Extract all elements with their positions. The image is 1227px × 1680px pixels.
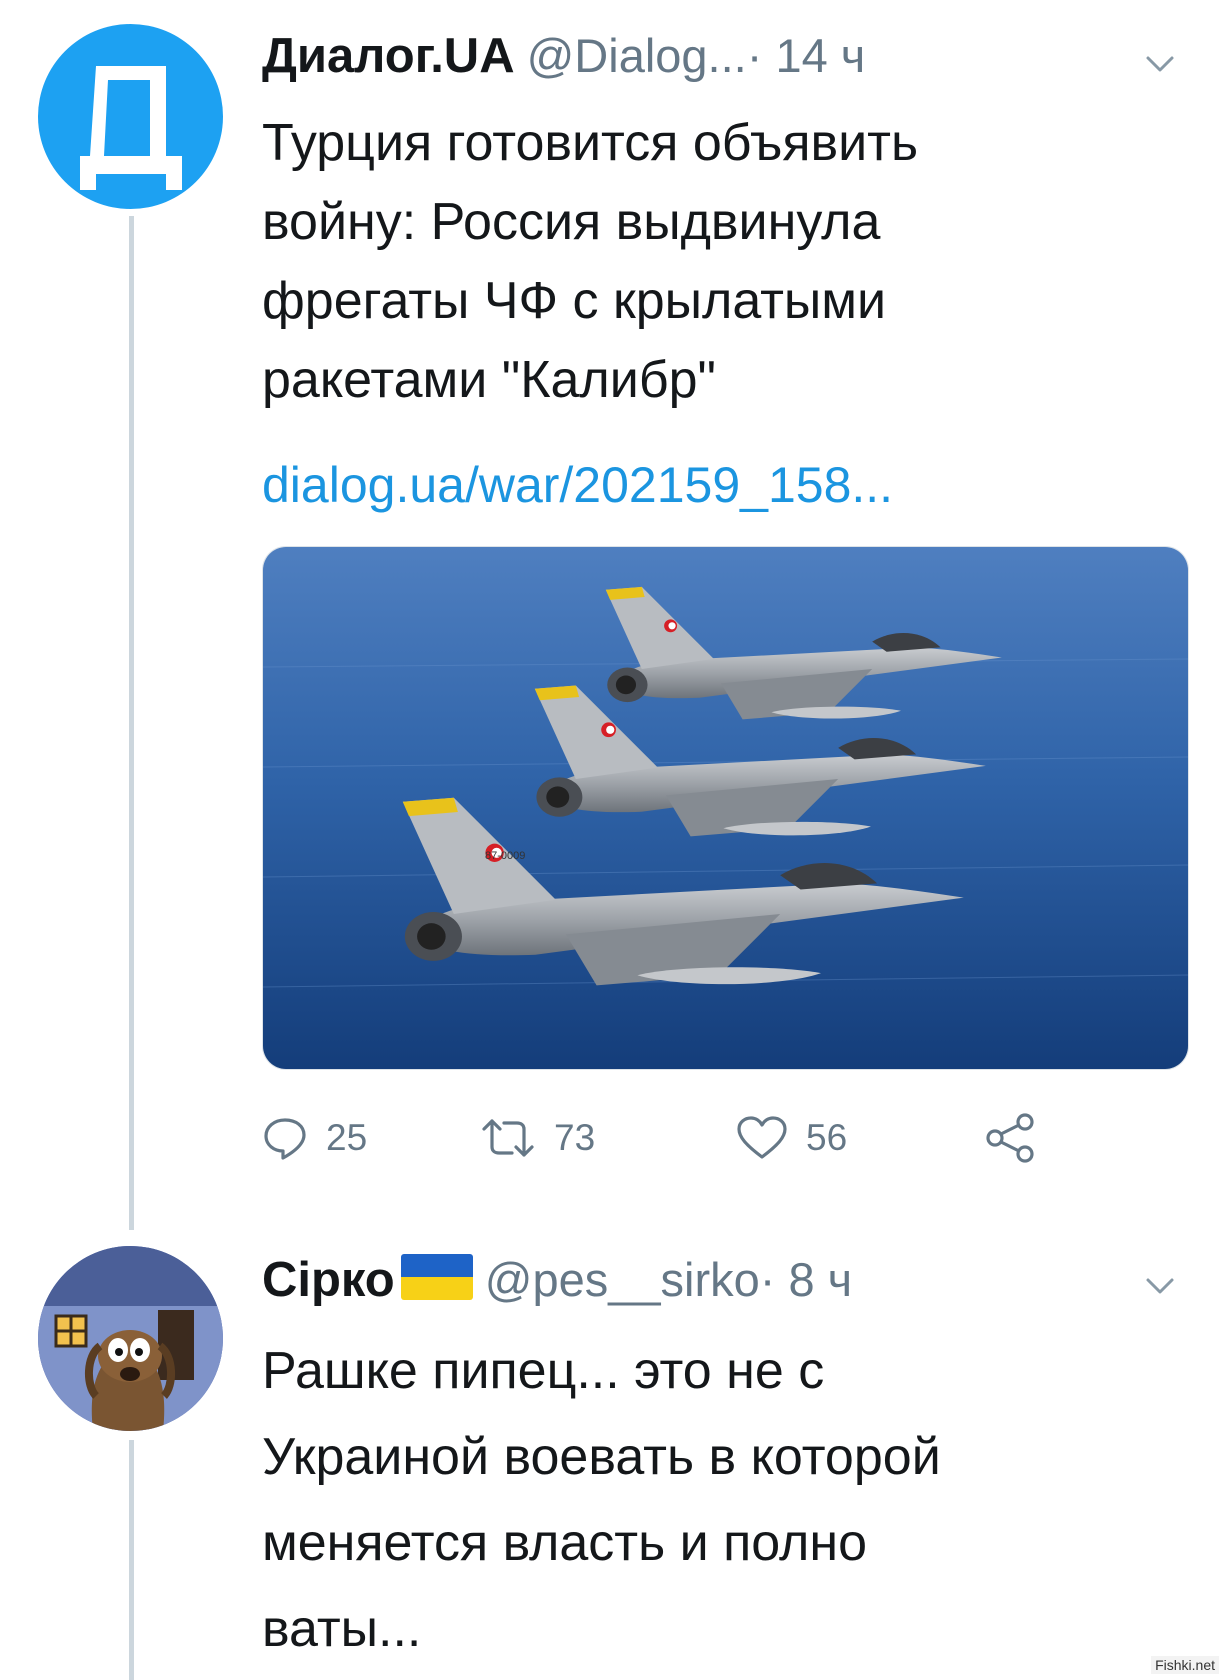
tweet1-link[interactable]: dialog.ua/war/202159_158... xyxy=(262,456,893,514)
tweet1-actions: 25 73 56 xyxy=(262,1108,1062,1168)
like-count: 56 xyxy=(806,1117,848,1158)
tweet1-time[interactable]: · 14 ч xyxy=(747,28,866,83)
share-button[interactable] xyxy=(984,1108,1036,1168)
watermark: Fishki.net xyxy=(1151,1656,1219,1674)
tweet2-handle[interactable]: @pes__sirko xyxy=(485,1252,760,1307)
chevron-down-icon[interactable] xyxy=(1140,1266,1180,1306)
thread-line-bottom xyxy=(129,1440,134,1680)
reply-icon xyxy=(264,1118,306,1160)
tweet1-header: Диалог.UA @Dialog... · 14 ч xyxy=(262,28,865,84)
tweet1-display-name[interactable]: Диалог.UA xyxy=(262,28,515,84)
like-button[interactable]: 56 xyxy=(736,1108,847,1168)
tweet1-text: Турция готовится объявить войну: Россия … xyxy=(262,114,919,409)
avatar-dialog-ua[interactable] xyxy=(38,24,223,209)
jet-serial-label: 87-0009 xyxy=(485,850,525,862)
chevron-down-icon[interactable] xyxy=(1140,44,1180,84)
tweet2-text: Рашке пипец... это не с Украиной воевать… xyxy=(262,1342,941,1658)
tweet2-display-name-text: Сірко xyxy=(262,1253,395,1307)
ukraine-flag-icon xyxy=(400,1254,473,1300)
tweet2-display-name[interactable]: Сірко xyxy=(262,1252,473,1308)
tweet1-media-image[interactable]: 87-0009 xyxy=(262,546,1189,1070)
tweet2-header: Сірко @pes__sirko · 8 ч xyxy=(262,1252,852,1308)
retweet-count: 73 xyxy=(554,1117,596,1158)
share-icon xyxy=(986,1113,1034,1163)
like-icon xyxy=(737,1116,787,1159)
tweet1-handle[interactable]: @Dialog... xyxy=(527,28,747,83)
reply-button[interactable]: 25 xyxy=(262,1108,367,1168)
jets-photo: 87-0009 xyxy=(263,547,1188,1069)
avatar-letter-d xyxy=(80,66,182,190)
reply-count: 25 xyxy=(326,1117,368,1158)
avatar-sirko[interactable] xyxy=(38,1246,223,1431)
retweet-icon xyxy=(482,1119,534,1157)
cartoon-dog-avatar xyxy=(38,1246,223,1431)
tweet2-time[interactable]: · 8 ч xyxy=(760,1252,852,1307)
thread-line-top xyxy=(129,216,134,1230)
retweet-button[interactable]: 73 xyxy=(480,1108,595,1168)
